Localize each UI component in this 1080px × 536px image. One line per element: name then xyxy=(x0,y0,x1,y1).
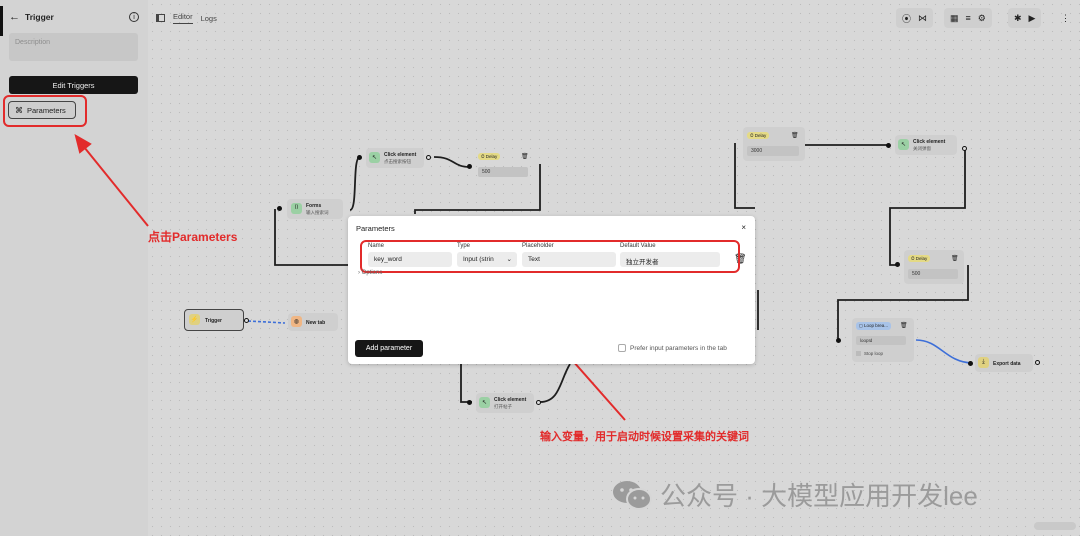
cursor-icon: ↖ xyxy=(479,397,490,408)
delay1-value[interactable]: 500 xyxy=(478,167,528,177)
delete-icon[interactable]: 🗑 xyxy=(791,132,799,139)
export-data-node[interactable]: ⤓ Export data xyxy=(975,354,1033,372)
click1-sub: 点击搜索按钮 xyxy=(384,159,411,164)
click3-output-port[interactable] xyxy=(536,400,541,405)
loop-pill: ◻ Loop brea... xyxy=(856,322,892,330)
param-row-highlight-box xyxy=(360,240,740,273)
loop-id-field[interactable]: loopId xyxy=(856,336,906,345)
forms-icon: ⌷ xyxy=(291,203,302,214)
edge-to-click3 xyxy=(460,364,472,403)
click1-label: Click element xyxy=(384,152,417,158)
download-icon: ⤓ xyxy=(978,357,989,368)
delay3-input-port[interactable] xyxy=(895,262,900,267)
new-tab-node-label: New tab xyxy=(306,320,326,326)
click1-output-port[interactable] xyxy=(426,155,431,160)
new-tab-node[interactable]: ◍ New tab xyxy=(288,313,338,331)
loop-input-port[interactable] xyxy=(836,338,841,343)
delay-node-2[interactable]: ⏱ Delay 🗑 3000 xyxy=(743,127,805,161)
delay2-value[interactable]: 3000 xyxy=(747,146,799,156)
watermark-text: 公众号 · 大模型应用开发lee xyxy=(660,481,978,511)
loop-breakpoint-node[interactable]: ◻ Loop brea... 🗑 loopId Stop loop xyxy=(852,318,914,362)
click2-sub: 关闭弹窗 xyxy=(913,146,931,151)
click3-sub: 打开帖子 xyxy=(494,404,512,409)
parameters-modal: Parameters × Name Type Placeholder Defau… xyxy=(348,216,755,364)
checkbox-icon xyxy=(618,344,626,352)
export-output-port[interactable] xyxy=(1035,360,1040,365)
edge-loop-export xyxy=(915,339,973,364)
annotation-input-variable: 输入变量，用于启动时候设置采集的关键词 xyxy=(540,431,749,443)
click-element-node-2[interactable]: ↖ Click element 关闭弹窗 xyxy=(895,135,957,155)
stop-loop-toggle[interactable]: Stop loop xyxy=(856,351,883,356)
click-element-node-1[interactable]: ↖ Click element 点击搜索按钮 xyxy=(366,148,424,168)
delete-icon[interactable]: 🗑 xyxy=(951,255,959,262)
edge-click2-delay3 xyxy=(889,150,966,266)
annotation-arrowhead-1 xyxy=(74,133,92,154)
trigger-node[interactable]: ⚡ Trigger xyxy=(184,309,244,331)
annotation-arrow-1 xyxy=(79,141,149,227)
edge-click1-delay1 xyxy=(433,156,471,168)
forms-node-sub: 输入搜索词 xyxy=(306,210,329,215)
click2-input-port[interactable] xyxy=(886,143,891,148)
click-element-node-3[interactable]: ↖ Click element 打开帖子 xyxy=(476,393,534,413)
add-parameter-button[interactable]: Add parameter xyxy=(355,340,423,357)
delay-node-1[interactable]: ⏱ Delay 🗑 500 xyxy=(475,150,533,182)
edge-click3-out xyxy=(539,363,571,403)
click2-label: Click element xyxy=(913,139,946,145)
delay3-value[interactable]: 500 xyxy=(908,269,958,279)
forms-input-port[interactable] xyxy=(277,206,282,211)
annotation-click-parameters: 点击Parameters xyxy=(148,230,238,244)
canvas-scrollbar[interactable] xyxy=(1034,522,1076,530)
click2-output-port[interactable] xyxy=(962,146,967,151)
delay2-pill: ⏱ Delay xyxy=(747,132,770,139)
lightning-icon: ⚡ xyxy=(189,314,200,325)
options-label: Options xyxy=(361,270,383,276)
click1-input-port[interactable] xyxy=(357,155,362,160)
export-input-port[interactable] xyxy=(968,361,973,366)
prefer-input-checkbox[interactable]: Prefer input parameters in the tab xyxy=(618,344,727,352)
watermark: 公众号 · 大模型应用开发lee xyxy=(612,476,978,513)
wechat-icon xyxy=(613,480,652,510)
cursor-icon: ↖ xyxy=(898,139,909,150)
close-icon[interactable]: × xyxy=(741,223,746,232)
chevron-right-icon: › xyxy=(358,270,360,276)
forms-node[interactable]: ⌷ Forms 输入搜索词 xyxy=(287,199,343,219)
delete-icon[interactable]: 🗑 xyxy=(521,153,529,160)
edge-trigger-newtab xyxy=(247,320,286,324)
cursor-icon: ↖ xyxy=(369,152,380,163)
options-toggle[interactable]: › Options xyxy=(358,270,382,276)
modal-title: Parameters xyxy=(356,224,395,233)
delay1-input-port[interactable] xyxy=(467,164,472,169)
prefer-label: Prefer input parameters in the tab xyxy=(630,344,727,352)
delete-icon[interactable]: 🗑 xyxy=(900,322,908,329)
forms-node-label: Forms xyxy=(306,203,322,209)
click3-input-port[interactable] xyxy=(467,400,472,405)
trigger-output-port[interactable] xyxy=(244,318,249,323)
edge-forms-click1 xyxy=(349,156,361,211)
click3-label: Click element xyxy=(494,397,527,403)
delay1-pill: ⏱ Delay xyxy=(478,153,501,160)
trigger-node-label: Trigger xyxy=(205,318,222,324)
globe-icon: ◍ xyxy=(291,316,302,327)
delay3-pill: ⏱ Delay xyxy=(908,255,931,262)
export-label: Export data xyxy=(993,361,1021,367)
delay-node-3[interactable]: ⏱ Delay 🗑 500 xyxy=(904,250,964,284)
